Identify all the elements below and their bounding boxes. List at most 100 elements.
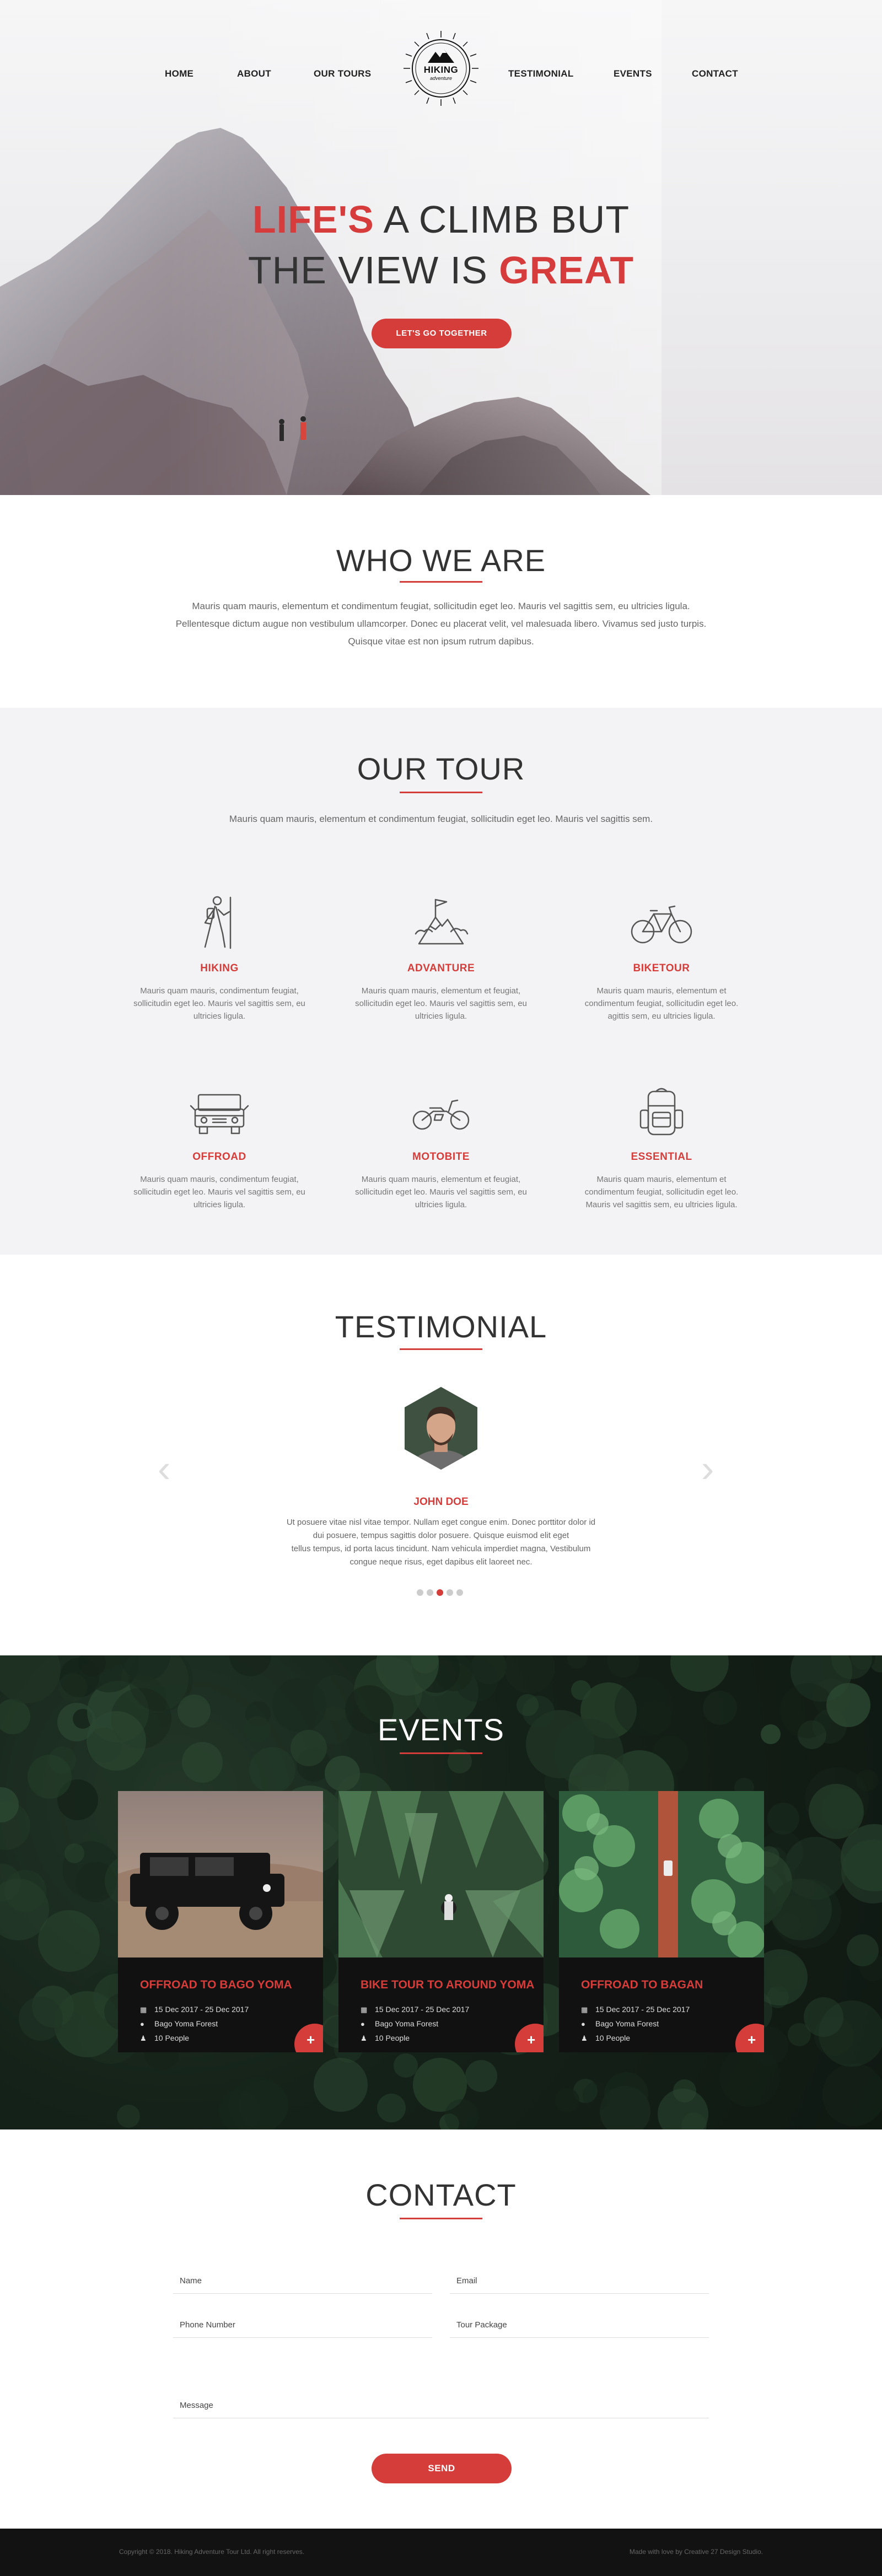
credit-text: Made with love by Creative 27 Design Stu… (629, 2548, 763, 2556)
hero-line1-text: A CLIMB BUT (374, 198, 630, 241)
phone-field[interactable]: Phone Number (173, 2314, 432, 2338)
plus-icon: + (306, 2031, 315, 2048)
event-people: 10 People (595, 2034, 631, 2042)
who-text-line: Mauris quam mauris, elementum et condime… (192, 601, 690, 611)
calendar-icon: ▦ (581, 2005, 588, 2014)
tour-desc: Mauris quam mauris, elementum et feugiat… (355, 986, 527, 1021)
event-date-row: ▦ 15 Dec 2017 - 25 Dec 2017 (140, 2005, 249, 2014)
event-image-road (559, 1791, 764, 1957)
tour-desc: Mauris quam mauris, elementum et condime… (584, 986, 739, 1021)
carousel-dot[interactable] (437, 1589, 443, 1596)
event-people-row: ♟ 10 People (361, 2034, 410, 2043)
carousel-dot[interactable] (447, 1589, 453, 1596)
testimonial-author: JOHN DOE (413, 1496, 469, 1508)
event-title[interactable]: BIKE TOUR TO AROUND YOMA (361, 1978, 534, 1992)
event-date: 15 Dec 2017 - 25 Dec 2017 (595, 2005, 690, 2014)
event-people: 10 People (154, 2034, 190, 2042)
event-image-bike (338, 1791, 544, 1957)
event-place: Bago Yoma Forest (595, 2019, 659, 2028)
event-image-jeep (118, 1791, 323, 1957)
tour-name: HIKING (200, 962, 239, 974)
tour-desc: Mauris quam mauris, condimentum feugiat,… (133, 986, 305, 1021)
copyright-text: Copyright © 2018. Hiking Adventure Tour … (119, 2548, 305, 2556)
name-field-label: Name (180, 2276, 202, 2285)
tour-desc: Mauris quam mauris, condimentum feugiat,… (133, 1175, 305, 1209)
main-nav: HOME ABOUT OUR TOURS HIKING adventure TE… (0, 0, 882, 149)
tour-title: OUR TOUR (357, 751, 525, 786)
testimonial-prev-arrow[interactable]: ‹ (158, 1446, 170, 1491)
who-we-are-section: WHO WE ARE Mauris quam mauris, elementum… (0, 495, 882, 708)
email-field[interactable]: Email (450, 2270, 709, 2294)
hero-section: HOME ABOUT OUR TOURS HIKING adventure TE… (0, 0, 882, 495)
name-field[interactable]: Name (173, 2270, 432, 2294)
nav-events[interactable]: EVENTS (614, 68, 652, 79)
nav-home[interactable]: HOME (165, 68, 193, 79)
event-place-row: ● Bago Yoma Forest (361, 2019, 438, 2028)
bicycle-icon (631, 905, 692, 944)
tour-item-motobite[interactable]: MOTOBITE Mauris quam mauris, elementum e… (347, 1084, 535, 1211)
people-icon: ♟ (140, 2034, 147, 2042)
send-button[interactable]: SEND (372, 2454, 512, 2483)
event-date: 15 Dec 2017 - 25 Dec 2017 (375, 2005, 470, 2014)
carousel-dot[interactable] (427, 1589, 433, 1596)
phone-field-label: Phone Number (180, 2320, 235, 2330)
hero-line2-text: THE VIEW IS (248, 249, 499, 292)
events-title: EVENTS (377, 1712, 505, 1747)
hero-highlight-lifes: LIFE'S (252, 198, 374, 241)
people-icon: ♟ (581, 2034, 588, 2042)
event-more-button[interactable]: + (735, 2024, 764, 2052)
tour-name: MOTOBITE (412, 1151, 470, 1163)
event-place: Bago Yoma Forest (154, 2019, 218, 2028)
contact-section: CONTACT Name Email Phone Number Tour Pac… (0, 2129, 882, 2529)
tour-name: OFFROAD (192, 1151, 246, 1163)
message-field[interactable]: Message (173, 2394, 709, 2418)
event-place: Bago Yoma Forest (375, 2019, 439, 2028)
quote-line: congue neque risus, eget dapibus elit la… (349, 1557, 533, 1567)
quote-line: dui posuere, tempus sagittis dolor posue… (313, 1531, 569, 1540)
tour-name: ESSENTIAL (631, 1151, 692, 1163)
map-pin-icon: ● (140, 2020, 144, 2028)
event-title[interactable]: OFFROAD TO BAGAN (581, 1978, 703, 1992)
carousel-dot[interactable] (417, 1589, 423, 1596)
carousel-dot[interactable] (456, 1589, 463, 1596)
events-section: EVENTS OFFROAD TO BAGO YOMA ▦ 15 Dec 2017… (0, 1655, 882, 2129)
event-more-button[interactable]: + (294, 2024, 323, 2052)
event-card[interactable]: BIKE TOUR TO AROUND YOMA ▦ 15 Dec 2017 - … (338, 1791, 544, 2052)
plus-icon: + (747, 2031, 756, 2048)
event-card[interactable]: OFFROAD TO BAGO YOMA ▦ 15 Dec 2017 - 25 D… (118, 1791, 323, 2052)
tour-package-field[interactable]: Tour Package (450, 2314, 709, 2338)
tour-item-biketour[interactable]: BIKETOUR Mauris quam mauris, elementum e… (568, 895, 755, 1023)
testimonial-section: TESTIMONIAL ‹ › JOHN DOE Ut posuere vita… (0, 1255, 882, 1655)
nav-testimonial[interactable]: TESTIMONIAL (508, 68, 574, 79)
tour-item-advanture[interactable]: ADVANTURE Mauris quam mauris, elementum … (347, 895, 535, 1023)
event-people: 10 People (375, 2034, 410, 2042)
tour-item-essential[interactable]: ESSENTIAL Mauris quam mauris, elementum … (568, 1084, 755, 1211)
testimonial-title: TESTIMONIAL (335, 1309, 547, 1344)
site-logo[interactable]: HIKING adventure (401, 29, 481, 108)
calendar-icon: ▦ (140, 2005, 147, 2014)
lets-go-together-button[interactable]: LET'S GO TOGETHER (372, 319, 512, 348)
tour-item-hiking[interactable]: HIKING Mauris quam mauris, condimentum f… (126, 895, 313, 1023)
event-more-button[interactable]: + (515, 2024, 544, 2052)
who-title: WHO WE ARE (336, 543, 546, 578)
nav-contact[interactable]: CONTACT (692, 68, 738, 79)
tour-item-offroad[interactable]: OFFROAD Mauris quam mauris, condimentum … (126, 1084, 313, 1211)
event-title[interactable]: OFFROAD TO BAGO YOMA (140, 1978, 292, 1992)
jeep-icon (190, 1094, 249, 1134)
event-date-row: ▦ 15 Dec 2017 - 25 Dec 2017 (581, 2005, 690, 2014)
hiker-icon (204, 896, 232, 949)
testimonial-next-arrow[interactable]: › (701, 1446, 714, 1491)
event-date: 15 Dec 2017 - 25 Dec 2017 (154, 2005, 249, 2014)
contact-title: CONTACT (365, 2177, 517, 2212)
our-tour-section: OUR TOUR Mauris quam mauris, elementum e… (0, 708, 882, 1255)
hero-highlight-great: GREAT (499, 249, 634, 292)
nav-about[interactable]: ABOUT (237, 68, 271, 79)
avatar (405, 1387, 477, 1470)
event-people-row: ♟ 10 People (140, 2034, 189, 2043)
testimonial-quote: Ut posuere vitae nisl vitae tempor. Null… (276, 1516, 606, 1569)
nav-our-tours[interactable]: OUR TOURS (314, 68, 371, 79)
map-pin-icon: ● (361, 2020, 365, 2028)
event-date-row: ▦ 15 Dec 2017 - 25 Dec 2017 (361, 2005, 469, 2014)
event-card[interactable]: OFFROAD TO BAGAN ▦ 15 Dec 2017 - 25 Dec 2… (559, 1791, 764, 2052)
carousel-dots (417, 1589, 466, 1596)
